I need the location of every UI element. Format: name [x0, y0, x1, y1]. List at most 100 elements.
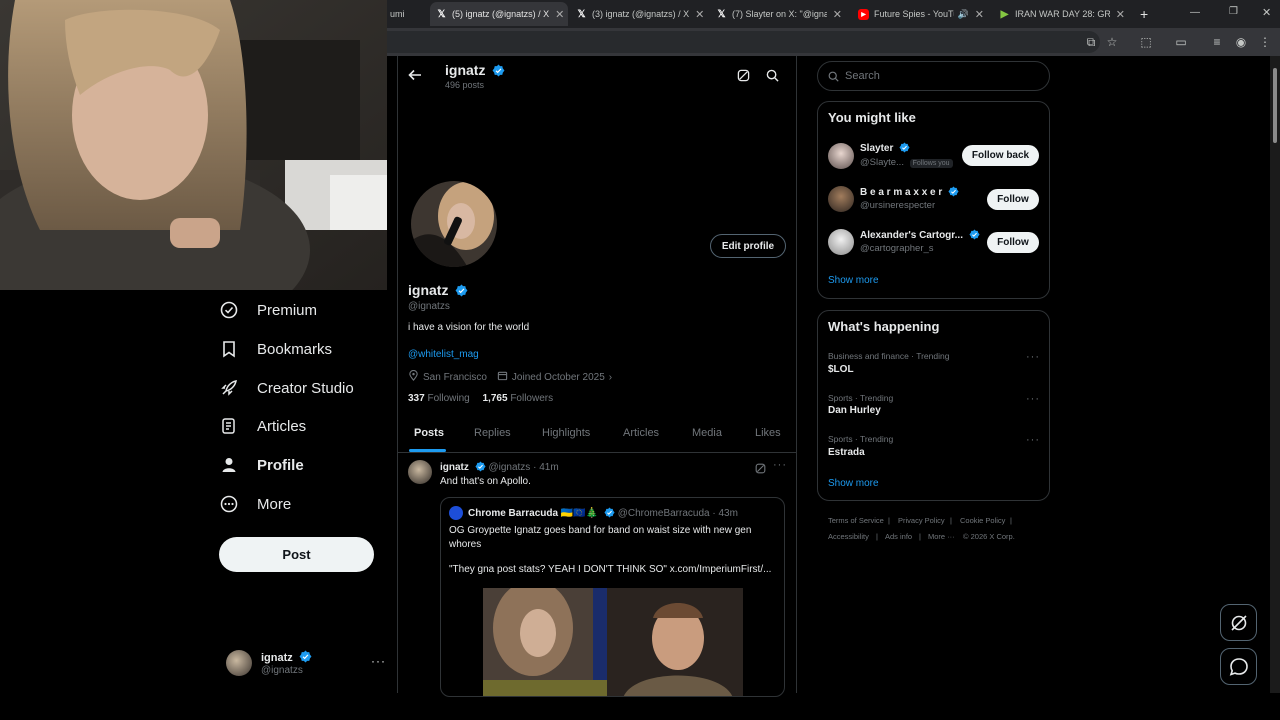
edit-profile-button[interactable]: Edit profile	[710, 234, 786, 258]
close-icon[interactable]: ✕	[1110, 8, 1125, 21]
speaker-icon[interactable]: 🔊	[958, 9, 969, 20]
browser-tab[interactable]: 𝕏 (7) Slayter on X: "@ignatz ✕	[710, 2, 848, 26]
footer-more[interactable]: More ···	[928, 532, 955, 541]
post-author[interactable]: ignatz	[440, 462, 469, 473]
menu-icon[interactable]: ⋮	[1257, 34, 1273, 50]
install-icon[interactable]: ⧉	[1083, 34, 1099, 50]
profile-link[interactable]: @whitelist_mag	[408, 349, 479, 360]
search-icon[interactable]	[766, 69, 779, 87]
tab-replies[interactable]: Replies	[474, 427, 511, 439]
footer-terms[interactable]: Terms of Service	[828, 516, 884, 525]
verified-badge-icon	[492, 64, 505, 77]
suggested-user-name[interactable]: B e a r m a x x e r	[860, 187, 942, 198]
trend-name[interactable]: Estrada	[828, 447, 865, 458]
extensions-icon[interactable]: ⬚	[1138, 34, 1154, 50]
close-icon[interactable]: ✕	[827, 8, 842, 21]
account-more-icon[interactable]: ···	[371, 654, 386, 668]
footer-cookie[interactable]: Cookie Policy	[960, 516, 1005, 525]
quoted-post[interactable]: Chrome Barracuda 🇺🇦🇪🇺🎄 @ChromeBarracuda …	[440, 497, 785, 697]
browser-tab[interactable]: ▶ IRAN WAR DAY 28: GROU ✕	[993, 2, 1131, 26]
new-tab-button[interactable]: +	[1134, 2, 1154, 26]
sidebar-icon[interactable]: ▭	[1173, 34, 1189, 50]
following-link[interactable]: 337 Following	[408, 393, 470, 404]
post-avatar[interactable]	[408, 460, 432, 484]
tab-posts[interactable]: Posts	[414, 427, 444, 439]
account-switcher[interactable]: ignatz @ignatzs ···	[226, 649, 386, 679]
address-bar[interactable]	[360, 31, 1100, 53]
nav-item-profile[interactable]: Profile	[219, 450, 304, 480]
follow-back-button[interactable]: Follow back	[962, 145, 1039, 166]
verified-badge-icon	[969, 229, 980, 240]
footer-accessibility[interactable]: Accessibility	[828, 532, 869, 541]
nav-item-articles[interactable]: Articles	[219, 411, 306, 441]
followers-label: Followers	[510, 393, 554, 404]
verified-badge-icon	[604, 507, 615, 518]
scrollbar-thumb[interactable]	[1273, 68, 1277, 143]
reading-list-icon[interactable]: ≡	[1209, 34, 1225, 50]
account-handle: @ignatzs	[261, 665, 303, 676]
browser-tab[interactable]: 𝕏 (3) ignatz (@ignatzs) / X ✕	[570, 2, 708, 26]
chevron-right-icon[interactable]: ›	[609, 372, 612, 383]
restore-button[interactable]: ❐	[1229, 6, 1238, 17]
follow-button[interactable]: Follow	[987, 189, 1039, 210]
quote-media-image[interactable]	[483, 588, 743, 696]
tab-title: (5) ignatz (@ignatzs) / X	[452, 9, 550, 19]
messages-fab-icon[interactable]	[1220, 648, 1257, 685]
nav-item-creator-studio[interactable]: Creator Studio	[219, 373, 354, 403]
bookmark-star-icon[interactable]: ☆	[1104, 34, 1120, 50]
search-bar[interactable]: Search	[817, 61, 1050, 91]
tab-media[interactable]: Media	[692, 427, 722, 439]
show-more-link[interactable]: Show more	[828, 478, 879, 489]
suggested-user-name[interactable]: Slayter	[860, 143, 893, 154]
trend-more-icon[interactable]: ···	[1026, 434, 1040, 446]
verified-badge-icon	[899, 142, 910, 153]
avatar[interactable]	[828, 186, 854, 212]
tab-articles[interactable]: Articles	[623, 427, 659, 439]
close-icon[interactable]: ✕	[549, 8, 564, 21]
nav-item-premium[interactable]: Premium	[219, 295, 317, 325]
browser-tab-active[interactable]: 𝕏 (5) ignatz (@ignatzs) / X ✕	[430, 2, 568, 26]
close-icon[interactable]: ✕	[689, 8, 704, 21]
grok-post-icon[interactable]	[755, 461, 766, 479]
avatar[interactable]	[828, 143, 854, 169]
tab-likes[interactable]: Likes	[755, 427, 781, 439]
trend-name[interactable]: Dan Hurley	[828, 405, 881, 416]
post-time[interactable]: 41m	[539, 462, 558, 473]
account-name-row: ignatz	[261, 650, 312, 664]
post-button[interactable]: Post	[219, 537, 374, 572]
plus-icon: +	[1140, 6, 1149, 22]
more-circle-icon	[219, 494, 239, 514]
footer-privacy[interactable]: Privacy Policy	[898, 516, 945, 525]
grok-icon[interactable]	[737, 69, 750, 87]
trend-more-icon[interactable]: ···	[1026, 351, 1040, 363]
tab-highlights[interactable]: Highlights	[542, 427, 590, 439]
rumble-icon: ▶	[1000, 8, 1009, 20]
verified-badge-icon[interactable]	[455, 284, 468, 297]
profile-location: San Francisco	[423, 371, 487, 383]
trend-more-icon[interactable]: ···	[1026, 393, 1040, 405]
suggested-user-name[interactable]: Alexander's Cartogr...	[860, 230, 963, 241]
nav-item-bookmarks[interactable]: Bookmarks	[219, 334, 332, 364]
browser-tab[interactable]: ▶ Future Spies - YouTube 🔊 ✕	[852, 2, 990, 26]
trend-name[interactable]: $LOL	[828, 364, 854, 375]
separator-dot: ·	[712, 508, 716, 519]
close-icon[interactable]: ✕	[969, 8, 984, 21]
nav-item-more[interactable]: More	[219, 489, 291, 519]
window-close-button[interactable]: ✕	[1262, 6, 1271, 19]
profile-icon[interactable]: ◉	[1233, 34, 1249, 50]
quote-time: 43m	[718, 508, 738, 519]
profile-avatar[interactable]	[408, 178, 500, 270]
show-more-link[interactable]: Show more	[828, 275, 879, 286]
follow-button[interactable]: Follow	[987, 232, 1039, 253]
minimize-button[interactable]: —	[1190, 7, 1200, 18]
divider	[398, 452, 796, 453]
avatar[interactable]	[828, 229, 854, 255]
scrollbar[interactable]	[1270, 56, 1280, 693]
grok-fab-icon[interactable]	[1220, 604, 1257, 641]
back-arrow-icon[interactable]	[408, 68, 422, 85]
post-more-icon[interactable]: ···	[773, 459, 787, 471]
browser-tab[interactable]: umi	[384, 2, 406, 26]
footer-ads-info[interactable]: Ads info	[885, 532, 912, 541]
x-logo-icon: 𝕏	[577, 8, 586, 20]
followers-link[interactable]: 1,765 Followers	[483, 393, 554, 404]
